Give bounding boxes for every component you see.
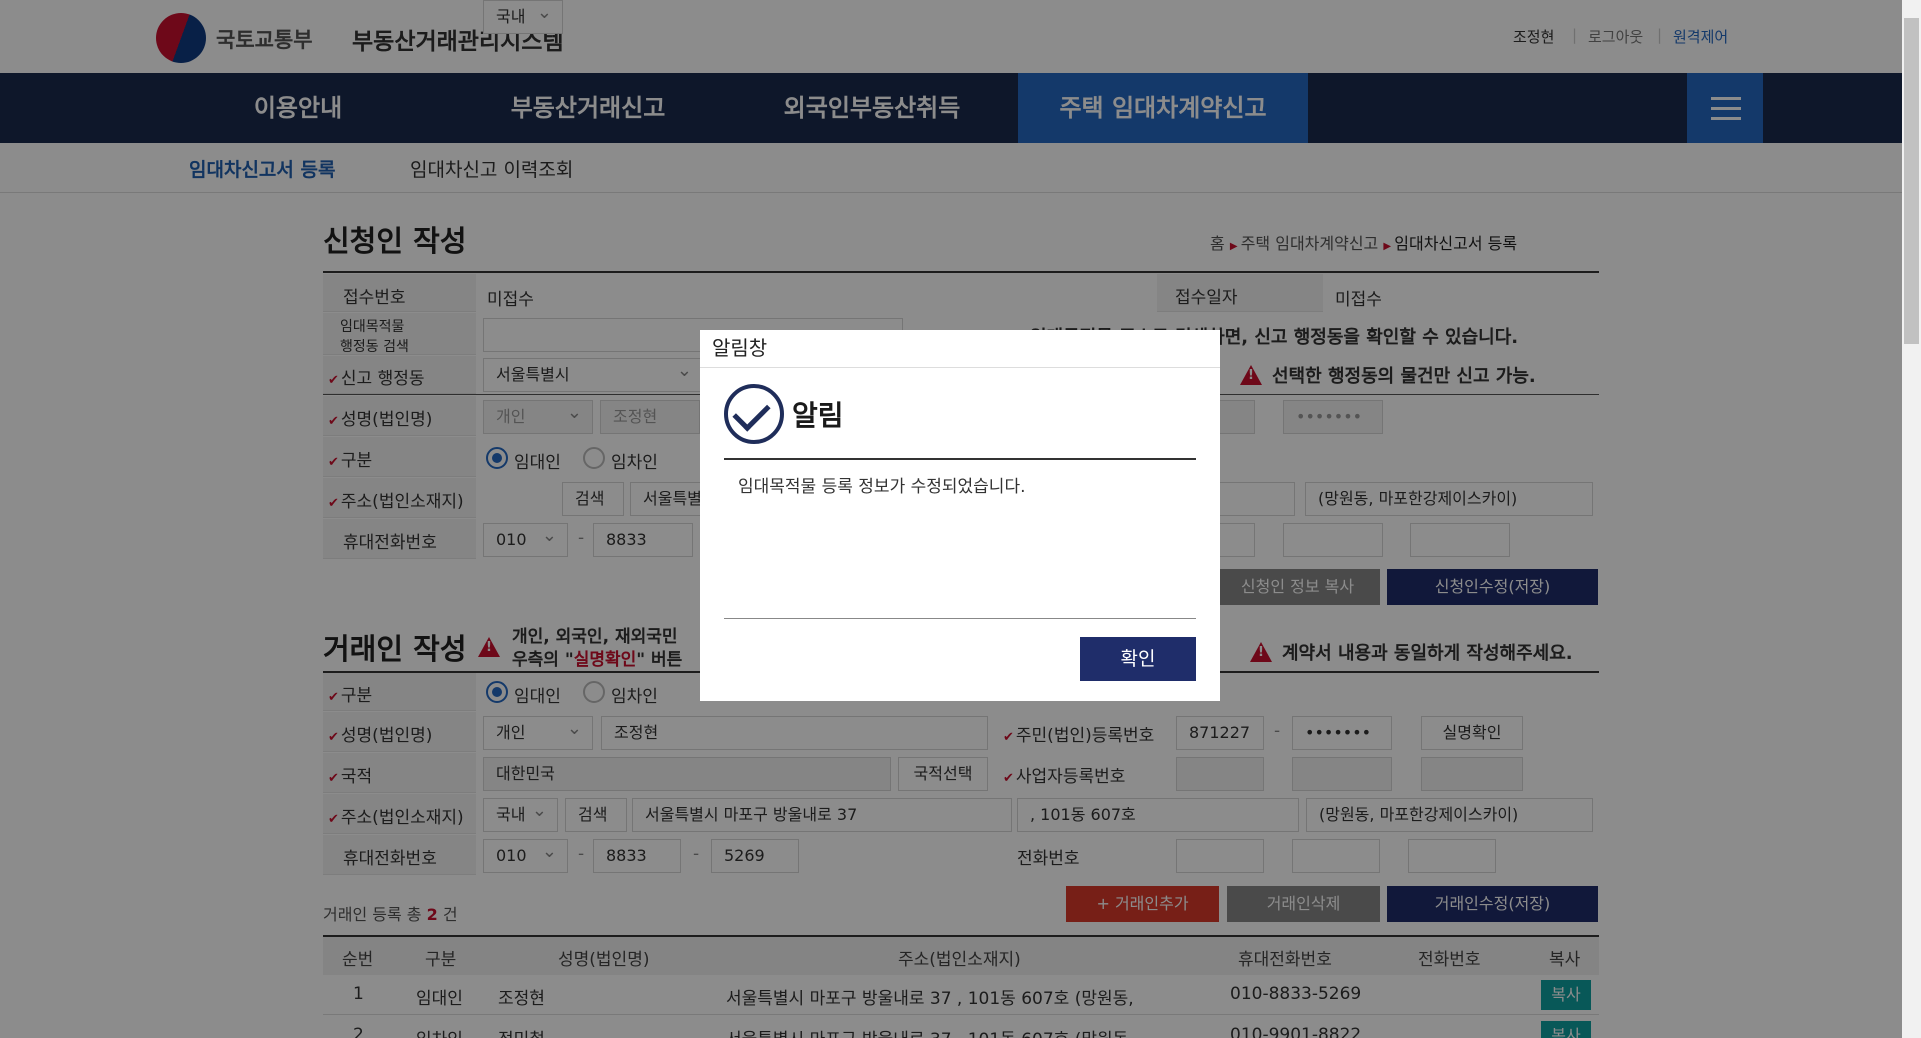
scrollbar[interactable] — [1902, 0, 1921, 1038]
page: 국토교통부 부동산거래관리시스템 조정현 | 로그아웃 | 원격제어 이용안내 … — [0, 0, 1902, 1038]
dialog-message: 임대목적물 등록 정보가 수정되었습니다. — [738, 477, 1026, 497]
check-circle-icon — [724, 384, 784, 444]
dialog-title: 알림 — [792, 399, 844, 432]
alert-dialog: 알림창 알림 임대목적물 등록 정보가 수정되었습니다. 확인 — [700, 330, 1220, 701]
confirm-button[interactable]: 확인 — [1080, 637, 1196, 681]
dialog-window-title: 알림창 — [700, 330, 1220, 368]
scrollbar-thumb[interactable] — [1904, 18, 1919, 344]
divider — [724, 458, 1196, 460]
divider — [724, 618, 1196, 619]
